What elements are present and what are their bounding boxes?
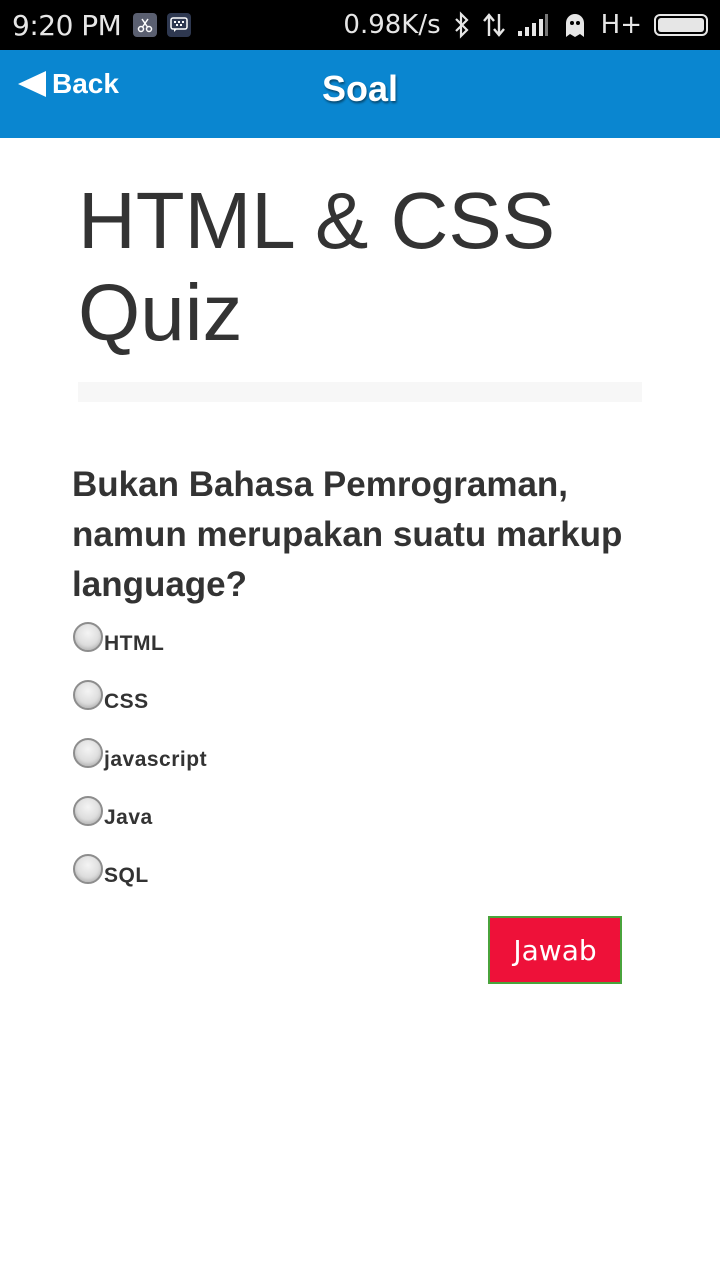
radio-button[interactable]: [73, 738, 103, 768]
radio-button[interactable]: [73, 622, 103, 652]
radio-button[interactable]: [73, 680, 103, 710]
notification-icons: [133, 13, 192, 37]
option-label: Java: [104, 806, 153, 829]
ghost-icon: [561, 11, 589, 39]
status-right: 0.98K/s H+: [343, 10, 708, 40]
option-java[interactable]: Java: [73, 794, 633, 852]
quiz-title: HTML & CSS Quiz: [78, 176, 556, 357]
option-label: javascript: [104, 748, 208, 771]
option-sql[interactable]: SQL: [73, 852, 633, 910]
status-bar: 9:20 PM 0.98K/s H+: [0, 0, 720, 50]
option-css[interactable]: CSS: [73, 678, 633, 736]
option-label: CSS: [104, 690, 149, 713]
signal-icon: [517, 13, 549, 37]
radio-button[interactable]: [73, 854, 103, 884]
option-javascript[interactable]: javascript: [73, 736, 633, 794]
page-title: Soal: [321, 68, 399, 109]
option-html[interactable]: HTML: [73, 620, 633, 678]
option-label: HTML: [104, 632, 165, 655]
app-header: Back Soal: [0, 50, 720, 138]
option-label: SQL: [104, 864, 149, 887]
network-type: H+: [600, 10, 642, 40]
submit-answer-button[interactable]: Jawab: [488, 916, 622, 984]
scissors-app-icon: [133, 13, 158, 37]
data-transfer-icon: [482, 12, 505, 38]
battery-icon: [654, 14, 708, 36]
status-time: 9:20 PM: [12, 8, 122, 42]
bbm-icon: [167, 13, 192, 37]
network-speed: 0.98K/s: [343, 10, 441, 40]
question-text: Bukan Bahasa Pemrograman, namun merupaka…: [72, 465, 623, 604]
answer-options: HTML CSS javascript Java SQL: [73, 620, 633, 910]
bluetooth-icon: [453, 11, 471, 39]
title-divider: [78, 382, 642, 402]
radio-button[interactable]: [73, 796, 103, 826]
